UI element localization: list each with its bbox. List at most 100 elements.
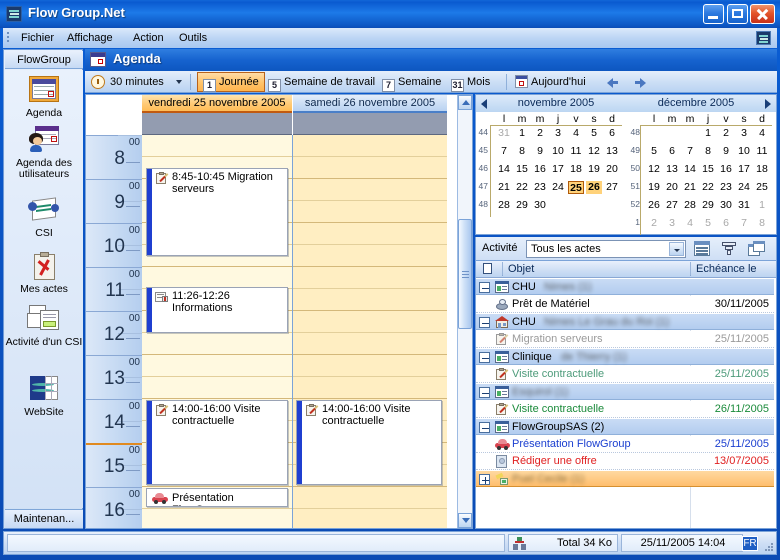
today-button[interactable]: Aujourd'hui xyxy=(515,73,586,91)
appointment-migration-serveurs[interactable]: 8:45-10:45 Migration serveurs xyxy=(146,168,288,256)
mini-day[interactable]: 22 xyxy=(514,181,530,194)
mini-day[interactable]: 23 xyxy=(532,181,548,194)
collapse-icon[interactable] xyxy=(479,387,490,398)
mini-day[interactable]: 26 xyxy=(646,199,662,212)
appointment-visite-contractuelle-friday[interactable]: 14:00-16:00 Visite contractuelle xyxy=(146,400,288,485)
list-group-row-selected[interactable]: Puel Cecile (1) xyxy=(476,470,774,487)
mini-day-today[interactable]: 25 xyxy=(568,181,584,194)
sidebar-tab-flowgroup[interactable]: FlowGroup xyxy=(5,51,83,69)
chevron-down-icon[interactable] xyxy=(176,80,182,84)
list-item-row[interactable]: Visite contractuelle 25/11/2005 xyxy=(476,366,774,383)
mini-day[interactable]: 15 xyxy=(700,163,716,176)
day-header-saturday[interactable]: samedi 26 novembre 2005 xyxy=(293,95,447,113)
mini-day[interactable]: 3 xyxy=(664,217,680,230)
mini-day[interactable]: 8 xyxy=(700,145,716,158)
list-item-row[interactable]: Rédiger une offre 13/07/2005 xyxy=(476,453,774,470)
day-header-friday[interactable]: vendredi 25 novembre 2005 xyxy=(142,95,292,113)
collapse-icon[interactable] xyxy=(479,317,490,328)
appointment-visite-contractuelle-saturday[interactable]: 14:00-16:00 Visite contractuelle xyxy=(296,400,442,485)
prev-button[interactable] xyxy=(605,76,620,89)
column-header-echeance[interactable]: Echéance le xyxy=(696,263,757,275)
view-button-journee[interactable]: 1Journée xyxy=(197,72,265,92)
mini-day[interactable]: 13 xyxy=(664,163,680,176)
interval-label[interactable]: 30 minutes xyxy=(110,73,164,91)
status-language[interactable]: FR xyxy=(742,536,758,551)
mini-day[interactable]: 7 xyxy=(682,145,698,158)
mini-day[interactable]: 30 xyxy=(532,199,548,212)
next-month-button[interactable] xyxy=(765,99,771,109)
mini-day[interactable]: 9 xyxy=(718,145,734,158)
scroll-up-button[interactable] xyxy=(458,95,472,110)
mini-day[interactable]: 16 xyxy=(718,163,734,176)
mini-day[interactable]: 1 xyxy=(754,199,770,212)
mini-day[interactable]: 17 xyxy=(550,163,566,176)
list-group-row[interactable]: Clinique de Thierry (1) xyxy=(476,348,774,365)
mini-day[interactable]: 6 xyxy=(664,145,680,158)
calendar-scrollbar[interactable] xyxy=(457,95,472,528)
mini-day[interactable]: 22 xyxy=(700,181,716,194)
mini-day[interactable]: 28 xyxy=(496,199,512,212)
mini-day[interactable]: 5 xyxy=(646,145,662,158)
mini-day[interactable]: 4 xyxy=(568,127,584,140)
scrollbar-thumb[interactable] xyxy=(458,219,472,329)
mini-day[interactable]: 18 xyxy=(754,163,770,176)
mini-day[interactable]: 24 xyxy=(550,181,566,194)
menu-grip[interactable] xyxy=(7,32,10,44)
mini-day[interactable]: 4 xyxy=(682,217,698,230)
sidebar-item-website[interactable]: WebSite xyxy=(5,375,83,418)
collapse-icon[interactable] xyxy=(479,352,490,363)
collapse-icon[interactable] xyxy=(479,422,490,433)
mini-day[interactable]: 10 xyxy=(550,145,566,158)
list-group-row[interactable]: FlowGroupSAS (2) xyxy=(476,418,774,435)
mini-day[interactable]: 15 xyxy=(514,163,530,176)
mini-day[interactable]: 19 xyxy=(586,163,602,176)
sidebar-item-mes-actes[interactable]: Mes actes xyxy=(5,252,83,295)
new-window-icon[interactable] xyxy=(748,241,765,257)
menu-item-outils[interactable]: Outils xyxy=(173,31,213,46)
list-item-row[interactable]: Présentation FlowGroup 25/11/2005 xyxy=(476,436,774,453)
mini-day[interactable]: 9 xyxy=(532,145,548,158)
mini-day[interactable]: 20 xyxy=(604,163,620,176)
mini-day[interactable]: 24 xyxy=(736,181,752,194)
mini-day[interactable]: 31 xyxy=(496,127,512,140)
mini-day[interactable]: 29 xyxy=(700,199,716,212)
mini-day[interactable]: 30 xyxy=(718,199,734,212)
mini-day[interactable]: 11 xyxy=(568,145,584,158)
maximize-button[interactable] xyxy=(727,4,748,24)
menu-item-affichage[interactable]: Affichage xyxy=(61,31,119,46)
mini-day[interactable]: 25 xyxy=(754,181,770,194)
mini-day[interactable]: 14 xyxy=(496,163,512,176)
menu-item-fichier[interactable]: Fichier xyxy=(15,31,60,46)
list-item-row[interactable]: Migration serveurs 25/11/2005 xyxy=(476,331,774,348)
mini-day[interactable]: 17 xyxy=(736,163,752,176)
scroll-down-button[interactable] xyxy=(458,513,472,528)
mini-day[interactable]: 23 xyxy=(718,181,734,194)
mini-calendar-december[interactable]: l m m j v s d 48 49 50 51 52 1 1 2 xyxy=(628,113,776,235)
expand-icon[interactable] xyxy=(479,474,490,485)
mini-day[interactable]: 6 xyxy=(718,217,734,230)
mini-day[interactable]: 6 xyxy=(604,127,620,140)
mini-day[interactable]: 2 xyxy=(646,217,662,230)
mini-day[interactable]: 18 xyxy=(568,163,584,176)
appointment-informations[interactable]: 11:26-12:26 Informations xyxy=(146,287,288,333)
chevron-down-icon[interactable] xyxy=(669,242,684,256)
mini-day[interactable]: 27 xyxy=(664,199,680,212)
resize-grip[interactable] xyxy=(763,541,773,551)
list-item-row[interactable]: Prêt de Matériel 30/11/2005 xyxy=(476,296,774,313)
collapse-icon[interactable] xyxy=(479,282,490,293)
day-column-friday[interactable]: 8:45-10:45 Migration serveurs 11:26-12:2… xyxy=(142,135,292,529)
mini-day[interactable]: 31 xyxy=(736,199,752,212)
mini-day[interactable]: 2 xyxy=(718,127,734,140)
mini-day[interactable]: 1 xyxy=(514,127,530,140)
mini-day[interactable]: 5 xyxy=(700,217,716,230)
mini-day[interactable]: 5 xyxy=(586,127,602,140)
allday-area-friday[interactable] xyxy=(142,113,292,135)
column-header-objet[interactable]: Objet xyxy=(508,263,534,275)
mini-day[interactable]: 19 xyxy=(646,181,662,194)
mini-day[interactable]: 29 xyxy=(514,199,530,212)
sidebar-item-activite-csi[interactable]: Activité d'un CSI xyxy=(5,305,83,348)
mini-day[interactable]: 28 xyxy=(682,199,698,212)
mini-day[interactable]: 12 xyxy=(646,163,662,176)
list-group-row[interactable]: Esquirol (1) xyxy=(476,383,774,400)
mini-day[interactable]: 16 xyxy=(532,163,548,176)
